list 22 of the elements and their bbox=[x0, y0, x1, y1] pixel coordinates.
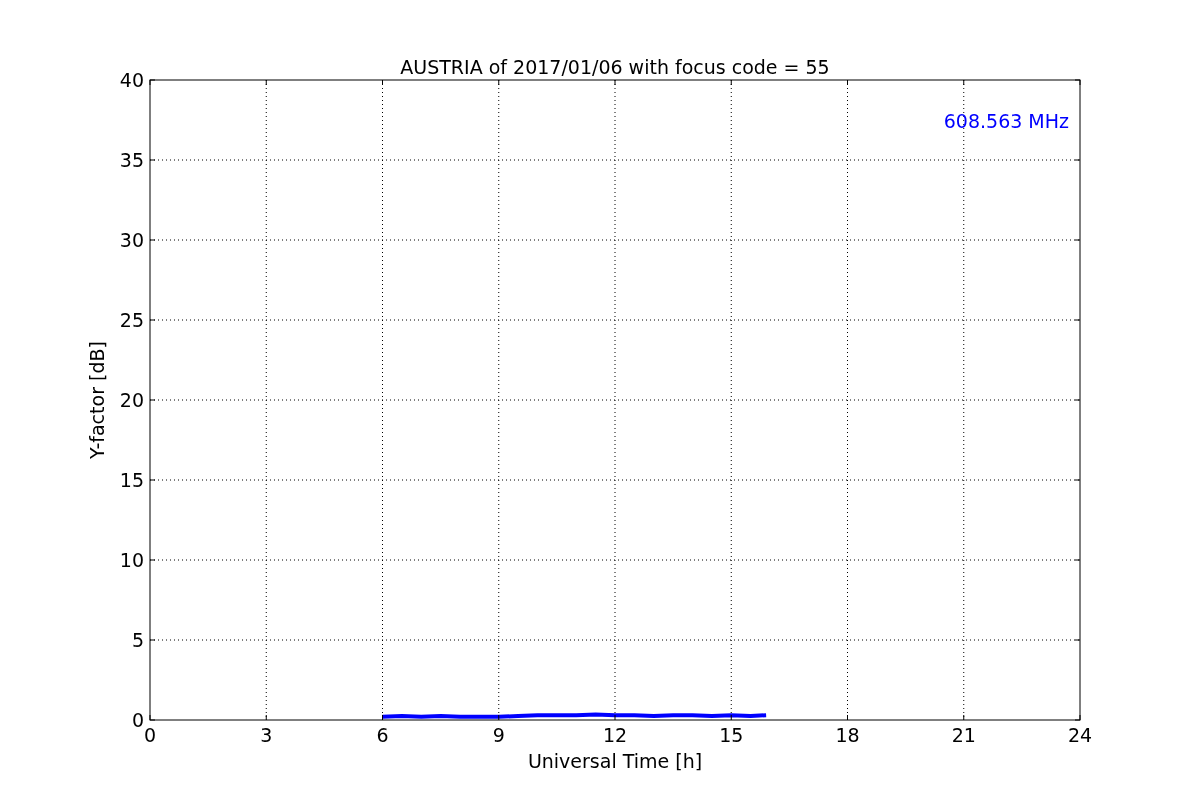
y-tick-label: 0 bbox=[131, 709, 144, 731]
x-tick-label: 0 bbox=[143, 724, 157, 746]
x-tick-label: 12 bbox=[602, 724, 628, 746]
series-label: 608.563 MHz bbox=[943, 110, 1069, 132]
y-tick-label: 30 bbox=[119, 229, 144, 251]
chart-title: AUSTRIA of 2017/01/06 with focus code = 55 bbox=[400, 56, 830, 78]
x-tick-label: 18 bbox=[835, 724, 860, 746]
y-tick-label: 20 bbox=[119, 389, 144, 411]
x-tick-label: 15 bbox=[719, 724, 744, 746]
y-tick-label: 15 bbox=[119, 469, 144, 491]
x-axis-label: Universal Time [h] bbox=[527, 750, 703, 772]
y-tick-label: 35 bbox=[119, 149, 144, 171]
y-tick-label: 25 bbox=[119, 309, 144, 331]
x-tick-label: 9 bbox=[492, 724, 505, 746]
y-tick-label: 5 bbox=[131, 629, 144, 651]
y-tick-label: 40 bbox=[119, 69, 144, 91]
y-tick-label: 10 bbox=[119, 549, 144, 571]
x-tick-label: 24 bbox=[1067, 724, 1093, 746]
x-tick-label: 21 bbox=[951, 724, 976, 746]
y-axis-label: Y-factor [dB] bbox=[86, 341, 108, 459]
x-tick-label: 6 bbox=[376, 724, 389, 746]
x-tick-label: 3 bbox=[260, 724, 273, 746]
